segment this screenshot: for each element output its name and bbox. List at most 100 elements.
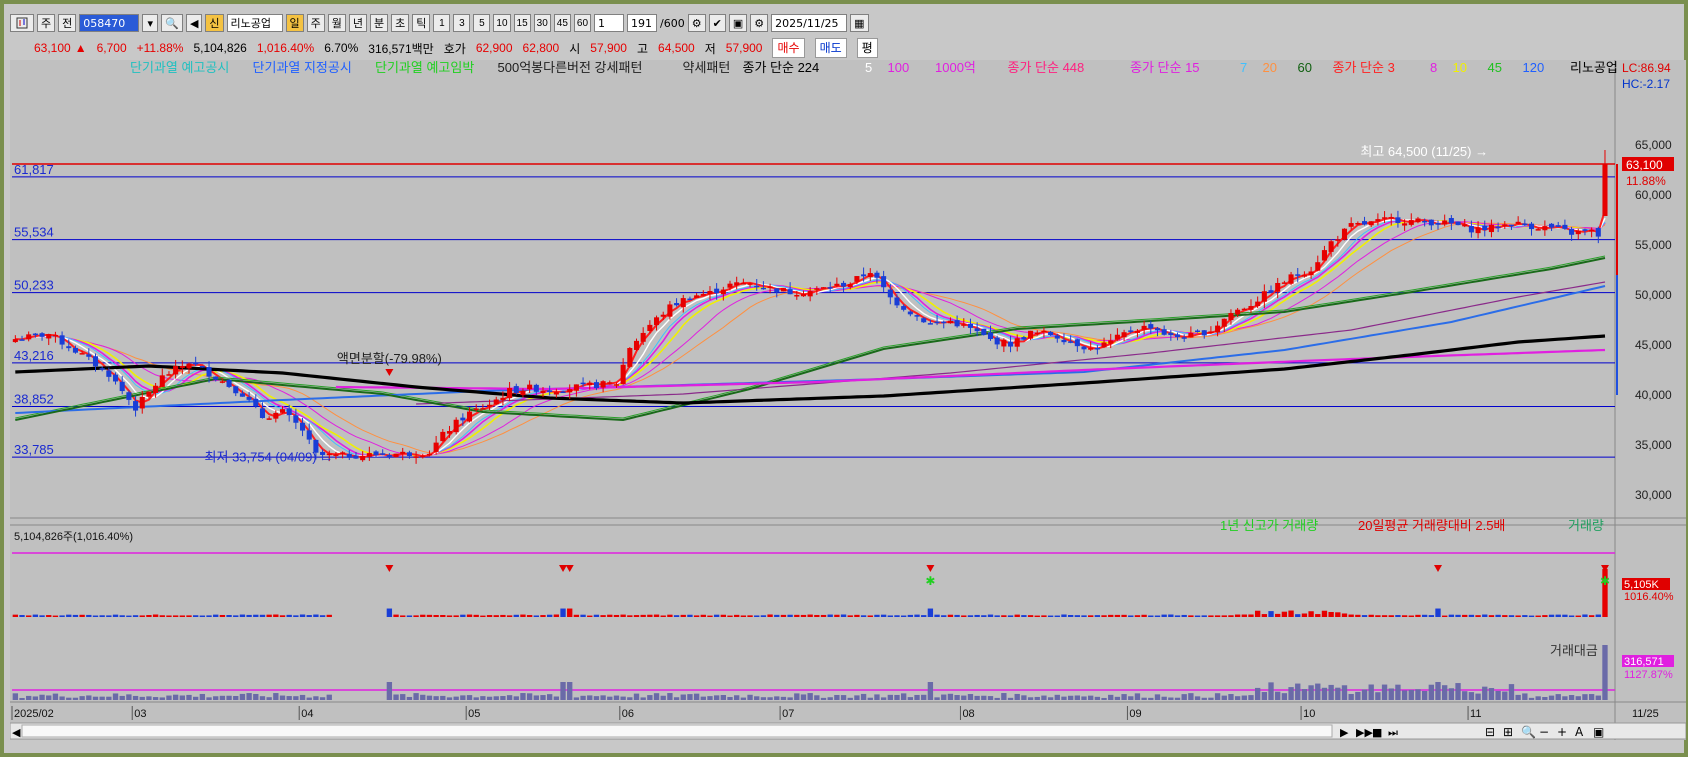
amount-bar bbox=[887, 694, 893, 700]
candle-body bbox=[146, 391, 152, 397]
candle-body bbox=[1028, 330, 1034, 339]
chart-type-icon[interactable] bbox=[10, 14, 34, 32]
interval-button-4[interactable]: 15 bbox=[513, 14, 531, 32]
unit-select[interactable]: 1 bbox=[594, 14, 625, 32]
config-icon[interactable]: ⚙ bbox=[750, 14, 769, 32]
interval-button-1[interactable]: 3 bbox=[453, 14, 471, 32]
amount-bar bbox=[1361, 689, 1368, 700]
playback-icon[interactable]: ⏭ bbox=[1388, 726, 1398, 739]
dropdown-chevron-icon[interactable]: ▾ bbox=[142, 14, 159, 32]
volume-bar bbox=[1548, 614, 1555, 617]
zoom-tool-icon[interactable]: − bbox=[1539, 725, 1549, 739]
amount-bar bbox=[767, 697, 773, 700]
zoom-tool-icon[interactable]: ⊞ bbox=[1503, 725, 1513, 739]
candle-body bbox=[219, 381, 225, 383]
period-tab-0[interactable]: 일 bbox=[285, 14, 304, 32]
volume-bar bbox=[313, 614, 319, 617]
volume-bar bbox=[1054, 615, 1060, 617]
bar-count-total: /600 bbox=[660, 16, 685, 30]
volume-bar bbox=[506, 615, 513, 617]
volume-bar bbox=[500, 614, 506, 617]
y-tick-label: 60,000 bbox=[1635, 188, 1672, 202]
zoom-tool-icon[interactable]: A bbox=[1575, 725, 1584, 739]
volume-bar bbox=[1475, 615, 1481, 617]
volume-bar bbox=[633, 615, 640, 617]
amount-bar bbox=[106, 696, 112, 700]
interval-button-0[interactable]: 1 bbox=[433, 14, 451, 32]
amount-bar bbox=[186, 694, 192, 700]
interval-button-5[interactable]: 30 bbox=[533, 14, 551, 32]
prev-button[interactable]: 전 bbox=[58, 14, 77, 32]
volume-bar bbox=[79, 614, 85, 617]
interval-button-6[interactable]: 45 bbox=[553, 14, 571, 32]
volume-bar bbox=[974, 614, 980, 617]
period-tab-5[interactable]: 초 bbox=[391, 14, 410, 32]
period-tab-3[interactable]: 년 bbox=[348, 14, 368, 32]
candle-body bbox=[1408, 220, 1414, 225]
interval-button-3[interactable]: 10 bbox=[493, 14, 511, 32]
speaker-icon[interactable]: ◀ bbox=[185, 14, 203, 32]
bar-count-input[interactable]: 191 bbox=[627, 14, 658, 32]
amount-bar bbox=[440, 695, 446, 700]
candle-body bbox=[941, 321, 947, 324]
volume-bar bbox=[1542, 615, 1548, 617]
zoom-tool-icon[interactable]: ⊟ bbox=[1485, 725, 1495, 739]
candle-body bbox=[800, 293, 807, 297]
playback-icon[interactable]: ▶▶ bbox=[1356, 726, 1373, 739]
zoom-tool-icon[interactable]: ▣ bbox=[1593, 725, 1604, 739]
calendar-icon[interactable]: ▦ bbox=[850, 14, 869, 32]
date-input[interactable]: 2025/11/25 bbox=[771, 14, 848, 32]
scrollbar-thumb[interactable] bbox=[21, 724, 1333, 738]
volume-bar bbox=[1281, 611, 1288, 617]
volume-bar bbox=[59, 615, 65, 617]
zoom-tool-icon[interactable]: + bbox=[1557, 725, 1567, 739]
volume-bar bbox=[1168, 614, 1174, 617]
playback-icon[interactable]: ■ bbox=[1372, 726, 1382, 739]
candle-body bbox=[473, 408, 479, 411]
period-tab-6[interactable]: 틱 bbox=[412, 14, 431, 32]
eval-button[interactable]: 평 bbox=[856, 38, 878, 58]
candle-body bbox=[1348, 223, 1354, 227]
candle-body bbox=[380, 453, 386, 455]
new-badge[interactable]: 신 bbox=[205, 14, 224, 32]
period-tab-2[interactable]: 월 bbox=[327, 14, 346, 32]
market-select[interactable]: 주 bbox=[37, 14, 56, 32]
interval-button-7[interactable]: 60 bbox=[573, 14, 592, 32]
interval-button-2[interactable]: 5 bbox=[473, 14, 491, 32]
volume-bar bbox=[1148, 615, 1154, 617]
period-tab-1[interactable]: 주 bbox=[306, 14, 325, 32]
candle-body bbox=[239, 393, 245, 397]
candle-body bbox=[600, 381, 606, 388]
volume-bar bbox=[680, 614, 686, 617]
playback-icon[interactable]: ▶ bbox=[1340, 726, 1349, 739]
candle-body bbox=[1195, 330, 1201, 333]
amount-bar bbox=[947, 693, 954, 700]
amount-bar bbox=[1054, 694, 1060, 700]
legend-item: 45 bbox=[1488, 60, 1502, 75]
stock-code-input[interactable]: 058470 bbox=[79, 14, 140, 32]
volume-bar bbox=[1395, 615, 1401, 617]
chart-area[interactable]: 단기과열 예고공시 단기과열 지정공시 단기과열 예고임박 500억봉다른버전 강세패… bbox=[10, 60, 1686, 740]
zoom-tool-icon[interactable]: 🔍 bbox=[1521, 724, 1536, 739]
stock-name-field[interactable]: 리노공업 bbox=[226, 14, 283, 32]
candle-body bbox=[760, 287, 766, 290]
amount-legend-item: 거래대금 bbox=[1550, 643, 1598, 658]
amount-bar bbox=[219, 695, 226, 700]
candle-body bbox=[700, 294, 706, 296]
y-tick-label: 40,000 bbox=[1635, 388, 1672, 402]
scroll-left-icon[interactable]: ◀ bbox=[12, 726, 21, 739]
amount-bar bbox=[1328, 684, 1334, 700]
sell-button[interactable]: 매도 bbox=[814, 38, 847, 58]
volume-bar bbox=[493, 615, 499, 617]
buy-button[interactable]: 매수 bbox=[772, 38, 805, 58]
settings-gear-icon[interactable]: ⚙ bbox=[687, 14, 706, 32]
search-icon[interactable]: 🔍 bbox=[161, 14, 183, 32]
candle-body bbox=[961, 324, 967, 326]
save-icon[interactable]: ▣ bbox=[728, 14, 748, 32]
legend-item: 8 bbox=[1430, 60, 1437, 75]
candle-body bbox=[1355, 222, 1361, 225]
candle-body bbox=[139, 396, 145, 409]
check-icon[interactable]: ✔ bbox=[708, 14, 726, 32]
volume-bar bbox=[567, 608, 573, 617]
period-tab-4[interactable]: 분 bbox=[370, 14, 389, 32]
